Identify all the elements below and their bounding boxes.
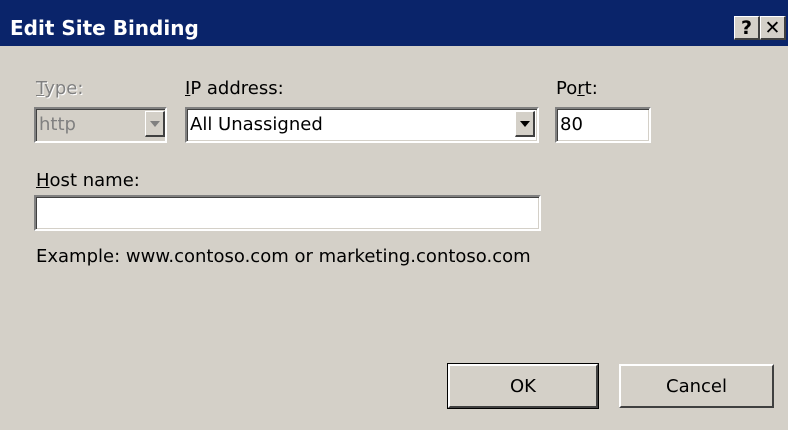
help-button[interactable]: ? xyxy=(734,16,760,40)
title-bar[interactable]: Edit Site Binding ? ✕ xyxy=(0,0,788,46)
port-input[interactable]: 80 xyxy=(555,107,651,143)
ip-address-label-rest: P address: xyxy=(190,78,284,99)
port-label: Port: xyxy=(556,78,598,100)
cancel-button-label: Cancel xyxy=(666,375,727,397)
chevron-down-icon xyxy=(150,121,160,127)
dialog-title: Edit Site Binding xyxy=(10,16,199,40)
help-icon: ? xyxy=(740,16,753,39)
port-label-rest: t: xyxy=(584,78,598,99)
port-input-value: 80 xyxy=(560,114,583,135)
type-select-value: http xyxy=(39,114,76,135)
type-label-mnemonic: T xyxy=(36,78,45,99)
host-name-label-mnemonic: H xyxy=(36,170,50,191)
ip-address-select-value: All Unassigned xyxy=(190,114,323,135)
ip-address-label: IP address: xyxy=(185,78,284,100)
example-hint: Example: www.contoso.com or marketing.co… xyxy=(36,246,531,267)
host-name-label-rest: ost name: xyxy=(49,170,140,191)
edit-site-binding-dialog: Edit Site Binding ? ✕ Type: http IP addr… xyxy=(0,0,790,432)
cancel-button[interactable]: Cancel xyxy=(619,364,774,408)
type-label-rest: ype: xyxy=(44,78,84,99)
port-label-mnemonic: r xyxy=(577,78,585,99)
ip-address-select[interactable]: All Unassigned xyxy=(185,107,539,143)
port-label-prefix: Po xyxy=(556,78,578,99)
ok-button-label: OK xyxy=(510,375,536,397)
ok-button[interactable]: OK xyxy=(447,363,599,409)
ip-address-dropdown-button[interactable] xyxy=(515,111,535,137)
close-icon: ✕ xyxy=(764,16,781,39)
chevron-down-icon xyxy=(520,121,530,127)
type-select: http xyxy=(34,107,167,143)
host-name-label: Host name: xyxy=(36,170,140,192)
close-button[interactable]: ✕ xyxy=(760,16,786,40)
type-dropdown-button xyxy=(145,111,165,137)
host-name-input[interactable] xyxy=(34,195,541,231)
type-label: Type: xyxy=(36,78,83,100)
